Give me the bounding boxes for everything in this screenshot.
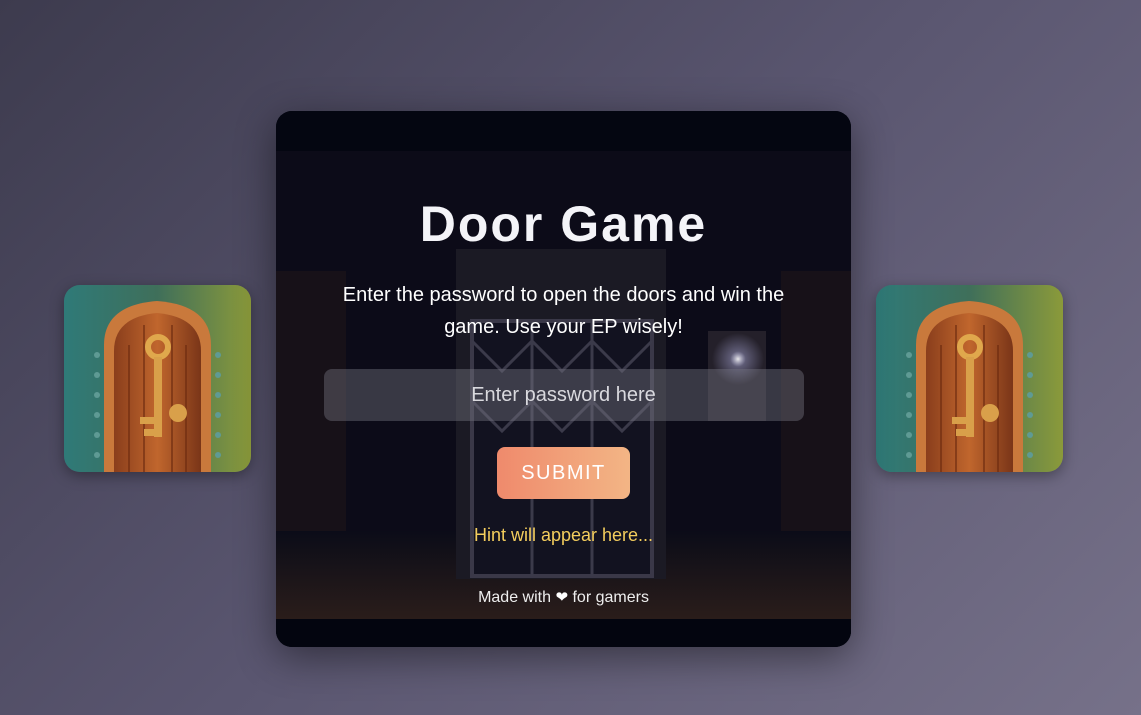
submit-button[interactable]: SUBMIT [497, 447, 630, 499]
footer-credit: Made with ❤ for gamers [478, 588, 649, 607]
footer-prefix: Made with [478, 589, 551, 606]
door-with-key-icon [64, 285, 251, 472]
password-input[interactable] [323, 369, 804, 421]
heart-icon: ❤ [555, 589, 569, 606]
footer-suffix: for gamers [572, 589, 649, 606]
game-description: Enter the password to open the doors and… [342, 284, 785, 338]
game-card: Door Game Enter the password to open the… [276, 111, 851, 647]
hint-text: Hint will appear here... [473, 525, 654, 545]
door-image-right [876, 285, 1063, 472]
page-title: Door Game [419, 196, 708, 252]
door-with-key-icon [876, 285, 1063, 472]
door-image-left [64, 285, 251, 472]
